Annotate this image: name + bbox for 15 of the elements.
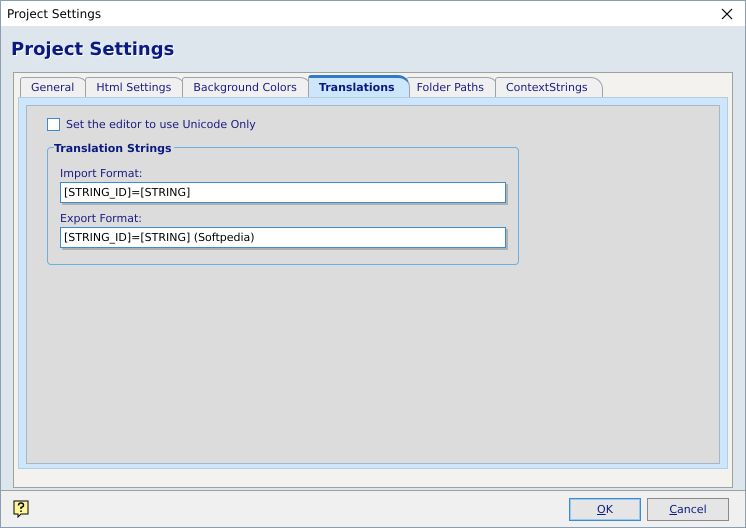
dialog-heading: Project Settings [11, 38, 174, 60]
tab[interactable]: ContextStrings [495, 77, 603, 97]
tab[interactable]: Translations [308, 75, 410, 97]
checkbox-label: Set the editor to use Unicode Only [66, 118, 256, 131]
input-field[interactable]: [STRING_ID]=[STRING] [60, 182, 506, 203]
field-label: Export Format: [60, 212, 143, 225]
window-title: Project Settings [7, 6, 102, 20]
dialog-button[interactable]: Cancel [647, 498, 729, 520]
help-icon[interactable] [13, 500, 29, 518]
field-label: Import Format: [60, 167, 144, 180]
input-field[interactable]: [STRING_ID]=[STRING] (Softpedia) [60, 227, 506, 248]
group-title: Translation Strings [54, 142, 174, 155]
checkbox[interactable] [47, 118, 60, 131]
close-icon [721, 8, 733, 20]
dialog-button[interactable]: OK [569, 498, 641, 520]
